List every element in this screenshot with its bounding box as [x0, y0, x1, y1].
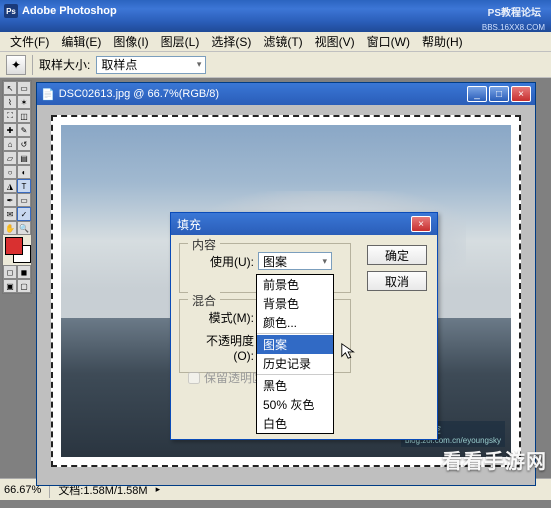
tool-preset-icon[interactable]: ✦: [6, 55, 26, 75]
use-dropdown-list[interactable]: 前景色 背景色 颜色... 图案 历史记录 黑色 50% 灰色 白色: [256, 274, 334, 434]
cancel-button[interactable]: 取消: [367, 271, 427, 291]
doc-icon: 📄: [41, 88, 55, 101]
preserve-transparency-label: 保留透明区: [204, 369, 264, 386]
foreground-color-swatch[interactable]: [5, 237, 23, 255]
gradient-tool[interactable]: ▤: [17, 151, 31, 165]
dd-item-background[interactable]: 背景色: [257, 294, 333, 313]
zoom-tool[interactable]: 🔍: [17, 221, 31, 235]
menu-view[interactable]: 视图(V): [309, 31, 361, 52]
marquee-tool[interactable]: ▭: [17, 81, 31, 95]
toolbox: ↖▭ ⌇✶ ⛶◫ ✚✎ ⌂↺ ▱▤ ○◐ ◮T ✒▭ ✉✓ ✋🔍 ◻◼ ▣▢: [2, 80, 32, 294]
heal-tool[interactable]: ✚: [3, 123, 17, 137]
dd-sep2: [257, 374, 333, 375]
dialog-close-button[interactable]: ×: [411, 216, 431, 232]
type-tool[interactable]: T: [17, 179, 31, 193]
dialog-title: 填充: [177, 216, 201, 233]
dd-item-foreground[interactable]: 前景色: [257, 275, 333, 294]
ok-button[interactable]: 确定: [367, 245, 427, 265]
menu-file[interactable]: 文件(F): [4, 31, 55, 52]
slice-tool[interactable]: ◫: [17, 109, 31, 123]
menu-help[interactable]: 帮助(H): [416, 31, 469, 52]
dd-item-black[interactable]: 黑色: [257, 376, 333, 395]
dd-item-pattern[interactable]: 图案: [257, 335, 333, 354]
hand-tool[interactable]: ✋: [3, 221, 17, 235]
doc-close-button[interactable]: ×: [511, 86, 531, 102]
dd-item-white[interactable]: 白色: [257, 414, 333, 433]
site-watermark: 看看手游网: [442, 445, 547, 474]
workarea: ↖▭ ⌇✶ ⛶◫ ✚✎ ⌂↺ ▱▤ ○◐ ◮T ✒▭ ✉✓ ✋🔍 ◻◼ ▣▢ 📄…: [0, 78, 551, 508]
menu-window[interactable]: 窗口(W): [361, 31, 416, 52]
screen-std[interactable]: ▣: [3, 279, 17, 293]
dd-item-history[interactable]: 历史记录: [257, 354, 333, 373]
blend-legend: 混合: [188, 292, 220, 309]
history-brush-tool[interactable]: ↺: [17, 137, 31, 151]
doc-minimize-button[interactable]: _: [467, 86, 487, 102]
dialog-titlebar[interactable]: 填充 ×: [171, 213, 437, 235]
shape-tool[interactable]: ▭: [17, 193, 31, 207]
dd-item-gray[interactable]: 50% 灰色: [257, 395, 333, 414]
use-value: 图案: [263, 253, 287, 270]
pen-tool[interactable]: ✒: [3, 193, 17, 207]
content-legend: 内容: [188, 236, 220, 253]
brush-tool[interactable]: ✎: [17, 123, 31, 137]
menu-select[interactable]: 选择(S): [205, 31, 257, 52]
move-tool[interactable]: ↖: [3, 81, 17, 95]
mode-label: 模式(M):: [188, 309, 254, 326]
sample-size-dropdown[interactable]: 取样点: [96, 56, 206, 74]
blur-tool[interactable]: ○: [3, 165, 17, 179]
document-title: DSC02613.jpg @ 66.7%(RGB/8): [59, 88, 219, 100]
lasso-tool[interactable]: ⌇: [3, 95, 17, 109]
dodge-tool[interactable]: ◐: [17, 165, 31, 179]
preserve-transparency-checkbox: [188, 372, 200, 384]
notes-tool[interactable]: ✉: [3, 207, 17, 221]
sample-size-value: 取样点: [101, 56, 137, 73]
tagline-url: BBS.16XX8.COM: [482, 23, 545, 32]
use-label: 使用(U):: [188, 253, 254, 270]
eyedropper-tool[interactable]: ✓: [17, 207, 31, 221]
sample-size-label: 取样大小:: [39, 56, 90, 73]
screen-full[interactable]: ▢: [17, 279, 31, 293]
document-titlebar: 📄 DSC02613.jpg @ 66.7%(RGB/8) _ □ ×: [37, 83, 535, 105]
path-tool[interactable]: ◮: [3, 179, 17, 193]
options-bar: ✦ 取样大小: 取样点: [0, 52, 551, 78]
menubar: 文件(F) 编辑(E) 图像(I) 图层(L) 选择(S) 滤镜(T) 视图(V…: [0, 32, 551, 52]
doc-maximize-button[interactable]: □: [489, 86, 509, 102]
stamp-tool[interactable]: ⌂: [3, 137, 17, 151]
app-title: Adobe Photoshop: [22, 5, 117, 17]
eraser-tool[interactable]: ▱: [3, 151, 17, 165]
menu-layer[interactable]: 图层(L): [155, 31, 206, 52]
menu-filter[interactable]: 滤镜(T): [257, 31, 308, 52]
crop-tool[interactable]: ⛶: [3, 109, 17, 123]
screenmode-toggle[interactable]: ◼: [17, 265, 31, 279]
app-titlebar: Ps Adobe Photoshop PS教程论坛: [0, 0, 551, 22]
wand-tool[interactable]: ✶: [17, 95, 31, 109]
app-icon: Ps: [4, 4, 18, 18]
tagline: PS教程论坛: [488, 4, 541, 19]
color-swatches[interactable]: [3, 235, 31, 265]
opacity-label: 不透明度(O):: [188, 332, 254, 363]
opt-sep: [32, 55, 33, 75]
menu-image[interactable]: 图像(I): [107, 31, 154, 52]
menu-edit[interactable]: 编辑(E): [55, 31, 107, 52]
quickmask-toggle[interactable]: ◻: [3, 265, 17, 279]
dd-sep1: [257, 333, 333, 334]
use-dropdown[interactable]: 图案: [258, 252, 332, 270]
dd-item-color[interactable]: 颜色...: [257, 313, 333, 332]
